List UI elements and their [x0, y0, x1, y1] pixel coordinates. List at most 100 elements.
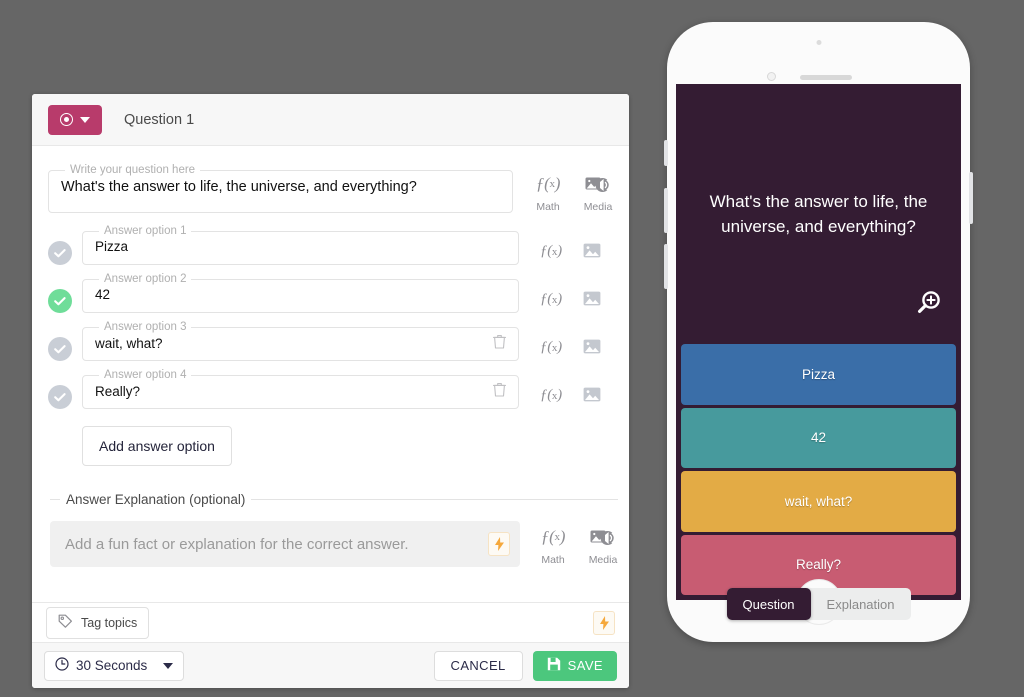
radio-target-icon — [60, 113, 73, 126]
timer-dropdown[interactable]: 30 Seconds — [44, 650, 184, 681]
delete-answer-option-3[interactable] — [492, 334, 507, 354]
phone-camera-icon — [767, 72, 776, 81]
answer-option-value-3: wait, what? — [95, 336, 163, 351]
image-icon[interactable] — [583, 387, 601, 407]
toggle-explanation-tab[interactable]: Explanation — [811, 588, 911, 620]
card-footer: 30 Seconds CANCEL SAVE — [32, 642, 629, 688]
answer-explanation-section: Answer Explanation (optional) Add a fun … — [50, 492, 618, 567]
fx-icon[interactable]: ƒ(x) — [540, 291, 562, 311]
phone-answer-button-1[interactable]: Pizza — [681, 344, 956, 405]
fx-icon: ƒ(x) — [540, 527, 566, 546]
phone-sensor-dot — [816, 40, 821, 45]
image-icon[interactable] — [583, 339, 601, 359]
timer-value: 30 Seconds — [76, 658, 148, 673]
question-row: Write your question here What's the answ… — [48, 164, 613, 213]
phone-answer-button-3[interactable]: wait, what? — [681, 471, 956, 532]
answer-option-row: Answer option 3 wait, what? ƒ(x) — [48, 321, 613, 361]
toggle-question-tab[interactable]: Question — [726, 588, 811, 620]
tag-bar: Tag topics — [32, 602, 629, 642]
floppy-disk-icon — [547, 657, 561, 674]
phone-view-toggle: Question Explanation — [726, 588, 911, 620]
image-icon[interactable] — [583, 243, 601, 263]
explanation-math-label: Math — [541, 554, 565, 566]
phone-silent-switch — [664, 140, 668, 166]
question-type-button[interactable] — [48, 104, 102, 135]
answer-option-input-3[interactable]: Answer option 3 wait, what? — [82, 321, 519, 361]
fx-icon[interactable]: ƒ(x) — [540, 387, 562, 407]
answer-option-row: Answer option 4 Really? ƒ(x) — [48, 369, 613, 409]
phone-question-text: What's the answer to life, the universe,… — [709, 192, 928, 236]
save-button-label: SAVE — [567, 658, 603, 673]
answer-option-value-2: 42 — [95, 287, 111, 302]
save-button[interactable]: SAVE — [532, 650, 617, 681]
cancel-button[interactable]: CANCEL — [433, 650, 523, 681]
tag-topics-button[interactable]: Tag topics — [46, 606, 150, 639]
image-audio-icon — [585, 174, 611, 194]
footer-actions: CANCEL SAVE — [433, 650, 617, 681]
answer-option-value-4: Really? — [95, 384, 141, 399]
phone-volume-up-button — [664, 188, 668, 233]
answer-option-legend-3: Answer option 3 — [104, 321, 187, 333]
answer-options-list: Answer option 1 Pizza ƒ(x) Answer option 2 4… — [48, 225, 613, 409]
answer-correct-toggle-1[interactable] — [48, 241, 72, 265]
question-input-legend: Write your question here — [70, 164, 196, 176]
answer-option-input-1[interactable]: Answer option 1 Pizza — [82, 225, 519, 265]
fx-icon[interactable]: ƒ(x) — [540, 243, 562, 263]
answer-option-tools-3: ƒ(x) — [540, 321, 601, 359]
explanation-media-label: Media — [588, 554, 618, 566]
explanation-tools: ƒ(x) Math Media — [538, 521, 618, 566]
fx-icon[interactable]: ƒ(x) — [540, 339, 562, 359]
answer-option-tools-4: ƒ(x) — [540, 369, 601, 407]
explanation-math-tool-button[interactable]: ƒ(x) Math — [538, 527, 568, 566]
answer-option-input-2[interactable]: Answer option 2 42 — [82, 273, 519, 313]
answer-correct-toggle-2[interactable] — [48, 289, 72, 313]
explanation-media-tool-button[interactable]: Media — [588, 527, 618, 566]
answer-option-tools-1: ƒ(x) — [540, 225, 601, 263]
phone-power-button — [969, 172, 973, 224]
answer-option-tools-2: ƒ(x) — [540, 273, 601, 311]
math-tool-button[interactable]: ƒ(x) Math — [533, 174, 563, 213]
answer-option-input-4[interactable]: Answer option 4 Really? — [82, 369, 519, 409]
explanation-placeholder: Add a fun fact or explanation for the co… — [65, 535, 409, 553]
question-input[interactable]: Write your question here What's the answ… — [48, 164, 513, 213]
answer-correct-toggle-3[interactable] — [48, 337, 72, 361]
phone-speaker-grille — [800, 75, 852, 80]
add-answer-option-button[interactable]: Add answer option — [82, 426, 232, 466]
media-tool-button[interactable]: Media — [583, 174, 613, 213]
image-icon[interactable] — [583, 291, 601, 311]
card-header: Question 1 — [32, 94, 629, 146]
clock-icon — [55, 657, 69, 674]
question-editor-card: Question 1 Write your question here What… — [32, 94, 629, 688]
image-audio-icon — [590, 527, 616, 547]
answer-explanation-legend: Answer Explanation (optional) — [66, 492, 246, 507]
delete-answer-option-4[interactable] — [492, 382, 507, 402]
answer-option-row: Answer option 2 42 ƒ(x) — [48, 273, 613, 313]
tag-ai-bolt-button[interactable] — [593, 610, 615, 635]
chevron-down-icon — [163, 662, 173, 669]
phone-screen: What's the answer to life, the universe,… — [676, 84, 961, 600]
media-tool-label: Media — [583, 201, 613, 213]
tag-topics-label: Tag topics — [81, 615, 138, 630]
question-input-value: What's the answer to life, the universe,… — [61, 179, 417, 195]
phone-answer-list: Pizza 42 wait, what? Really? — [676, 344, 961, 600]
magnifier-plus-icon[interactable] — [914, 289, 942, 322]
answer-option-value-1: Pizza — [95, 239, 129, 254]
answer-correct-toggle-4[interactable] — [48, 385, 72, 409]
explanation-input[interactable]: Add a fun fact or explanation for the co… — [50, 521, 520, 567]
question-tools: ƒ(x) Math Media — [533, 164, 613, 213]
fx-icon: ƒ(x) — [535, 174, 561, 193]
answer-option-legend-4: Answer option 4 — [104, 369, 187, 381]
page-title: Question 1 — [124, 111, 195, 128]
explanation-row: Add a fun fact or explanation for the co… — [50, 521, 618, 567]
answer-option-row: Answer option 1 Pizza ƒ(x) — [48, 225, 613, 265]
answer-option-legend-2: Answer option 2 — [104, 273, 187, 285]
explanation-ai-bolt-button[interactable] — [488, 532, 510, 556]
phone-volume-down-button — [664, 244, 668, 289]
phone-answer-button-2[interactable]: 42 — [681, 407, 956, 468]
chevron-down-icon — [80, 116, 90, 123]
phone-preview: What's the answer to life, the universe,… — [664, 22, 973, 642]
tag-icon — [58, 614, 73, 632]
phone-question-area: What's the answer to life, the universe,… — [676, 84, 961, 344]
card-body: Write your question here What's the answ… — [32, 146, 629, 602]
math-tool-label: Math — [536, 201, 560, 213]
